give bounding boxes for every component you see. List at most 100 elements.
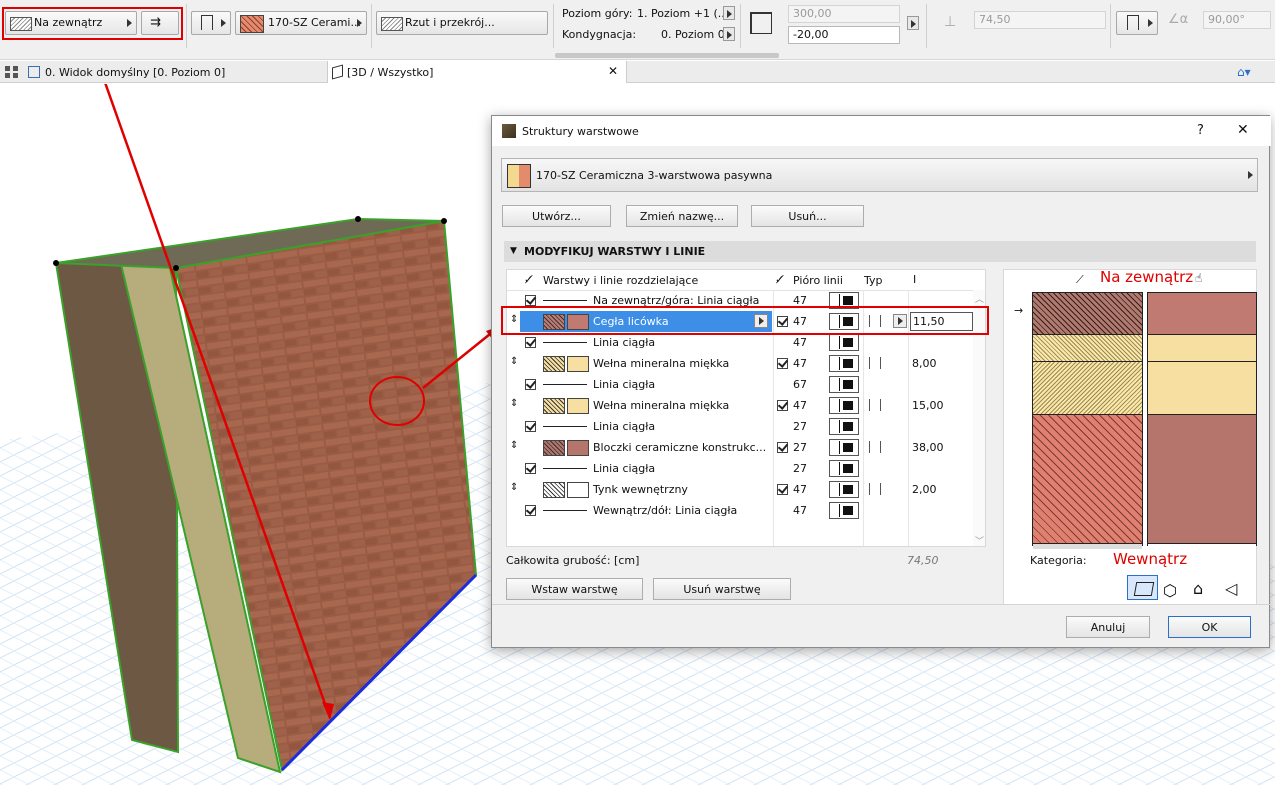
line-visibility-checkbox[interactable] (525, 295, 536, 306)
layer-name[interactable]: Tynk wewnętrzny (593, 479, 688, 500)
drag-handle-icon[interactable]: ⇕ (510, 356, 518, 367)
geometry-button[interactable] (1116, 11, 1158, 35)
pen-number[interactable]: 47 (793, 395, 807, 416)
layer-pen-checkbox[interactable] (777, 358, 788, 369)
collapse-icon: ▼ (510, 246, 517, 256)
layer-row[interactable]: ⇕ Tynk wewnętrzny 47 2,00 (507, 479, 985, 500)
line-sample (543, 384, 587, 385)
pen-number[interactable]: 47 (793, 353, 807, 374)
pen-number[interactable]: 67 (793, 374, 807, 395)
thickness-value[interactable]: 2,00 (912, 479, 937, 500)
layer-color-swatch[interactable] (567, 482, 589, 498)
layer-pen-checkbox[interactable] (777, 484, 788, 495)
toolbar-scrollbar[interactable] (555, 53, 779, 58)
drag-handle-icon[interactable]: ⇕ (510, 482, 518, 493)
layer-color-swatch[interactable] (567, 356, 589, 372)
composite-dropdown[interactable]: 170-SZ Ceramiczna 3-warstwowa pasywna (501, 158, 1258, 192)
top-story-arrow-button[interactable] (723, 6, 735, 20)
layer-type-icon[interactable] (869, 441, 881, 453)
layer-hatch-swatch[interactable] (543, 398, 565, 414)
layer-hatch-swatch[interactable] (543, 482, 565, 498)
composite-selector-button[interactable]: 170-SZ Cerami... (235, 11, 367, 35)
layer-row[interactable]: ⇕ Bloczki ceramiczne konstrukc... 27 38,00 (507, 437, 985, 458)
thickness-value[interactable]: 38,00 (912, 437, 944, 458)
rename-button[interactable]: Zmień nazwę... (626, 205, 738, 227)
separator-line-row[interactable]: Linia ciągła 67 (507, 374, 985, 395)
highlight-box-toolbar (2, 7, 183, 40)
thickness-value[interactable]: 8,00 (912, 353, 937, 374)
drag-handle-icon[interactable]: ⇕ (510, 398, 518, 409)
thickness-field[interactable]: 74,50 (974, 11, 1106, 29)
height-field[interactable]: 300,00 (788, 5, 900, 23)
pen-sample-icon[interactable] (829, 334, 859, 351)
category-roof-icon[interactable]: ⌂ (1193, 579, 1203, 598)
ok-button[interactable]: OK (1168, 616, 1251, 638)
layer-type-icon[interactable] (869, 357, 881, 369)
pen-sample-icon[interactable] (829, 376, 859, 393)
layer-hatch-swatch[interactable] (543, 440, 565, 456)
top-story-value[interactable]: 1. Poziom +1 (... (637, 7, 728, 20)
close-icon[interactable]: ✕ (608, 64, 618, 78)
layer-row[interactable]: ⇕ Wełna mineralna miękka 47 8,00 (507, 353, 985, 374)
pen-number[interactable]: 47 (793, 479, 807, 500)
layer-type-icon[interactable] (869, 399, 881, 411)
help-button[interactable]: ? (1197, 123, 1204, 138)
layer-row[interactable]: ⇕ Wełna mineralna miękka 47 15,00 (507, 395, 985, 416)
layer-name[interactable]: Wełna mineralna miękka (593, 353, 729, 374)
home-story-value[interactable]: 0. Poziom 0 (661, 28, 725, 41)
thickness-value[interactable]: 15,00 (912, 395, 944, 416)
tab-3d[interactable]: [3D / Wszystko] ✕ (327, 61, 627, 83)
layer-pen-checkbox[interactable] (777, 400, 788, 411)
separator-line-row[interactable]: Linia ciągła 47 (507, 332, 985, 353)
layer-hatch-swatch[interactable] (543, 356, 565, 372)
line-name: Linia ciągła (593, 336, 656, 349)
category-shell-icon[interactable]: ◁ (1225, 579, 1237, 598)
drag-handle-icon[interactable]: ⇕ (510, 440, 518, 451)
layer-type-icon[interactable] (869, 483, 881, 495)
line-visibility-checkbox[interactable] (525, 379, 536, 390)
home-story-arrow-button[interactable] (723, 27, 735, 41)
pen-sample-icon[interactable] (829, 397, 859, 414)
line-visibility-checkbox[interactable] (525, 421, 536, 432)
pen-sample-icon[interactable] (829, 439, 859, 456)
grid-icon[interactable] (5, 66, 18, 78)
category-wall-icon[interactable] (1127, 575, 1158, 600)
offset-field[interactable]: -20,00 (788, 26, 900, 44)
pen-sample-icon[interactable] (829, 418, 859, 435)
layer-color-swatch[interactable] (567, 398, 589, 414)
pen-number[interactable]: 27 (793, 416, 807, 437)
height-arrow-button[interactable] (907, 16, 919, 30)
layer-name[interactable]: Bloczki ceramiczne konstrukc... (593, 437, 766, 458)
tab-floor-plan[interactable]: 0. Widok domyślny [0. Poziom 0] (28, 61, 324, 83)
pen-sample-icon[interactable] (829, 355, 859, 372)
pen-number[interactable]: 47 (793, 332, 807, 353)
separator-line-row[interactable]: Linia ciągła 27 (507, 416, 985, 437)
pen-number[interactable]: 47 (793, 500, 807, 521)
pen-number[interactable]: 27 (793, 437, 807, 458)
cancel-button[interactable]: Anuluj (1066, 616, 1150, 638)
navigator-icon[interactable]: ⌂▾ (1237, 65, 1261, 79)
layer-color-swatch[interactable] (567, 440, 589, 456)
pen-sample-icon[interactable] (829, 502, 859, 519)
separator-line-row[interactable]: Wewnątrz/dół: Linia ciągła 47 (507, 500, 985, 521)
remove-layer-button[interactable]: Usuń warstwę (653, 578, 791, 600)
pen-sample-icon[interactable] (829, 460, 859, 477)
insert-layer-button[interactable]: Wstaw warstwę (506, 578, 643, 600)
category-slab-icon[interactable]: ⬡ (1163, 581, 1177, 600)
line-visibility-checkbox[interactable] (525, 337, 536, 348)
line-visibility-checkbox[interactable] (525, 463, 536, 474)
floor-plan-icon (28, 66, 40, 78)
close-button[interactable]: ✕ (1237, 122, 1249, 138)
angle-field[interactable]: 90,00° (1203, 11, 1271, 29)
layer-name[interactable]: Wełna mineralna miękka (593, 395, 729, 416)
separator-line-row[interactable]: Linia ciągła 27 (507, 458, 985, 479)
create-button[interactable]: Utwórz... (502, 205, 611, 227)
delete-button[interactable]: Usuń... (751, 205, 864, 227)
pen-sample-icon[interactable] (829, 481, 859, 498)
view-settings-button[interactable]: Rzut i przekrój... (376, 11, 548, 35)
section-header[interactable]: ▼ MODYFIKUJ WARSTWY I LINIE (504, 241, 1256, 262)
pen-number[interactable]: 27 (793, 458, 807, 479)
structure-type-button[interactable] (191, 11, 231, 35)
layer-pen-checkbox[interactable] (777, 442, 788, 453)
line-visibility-checkbox[interactable] (525, 505, 536, 516)
